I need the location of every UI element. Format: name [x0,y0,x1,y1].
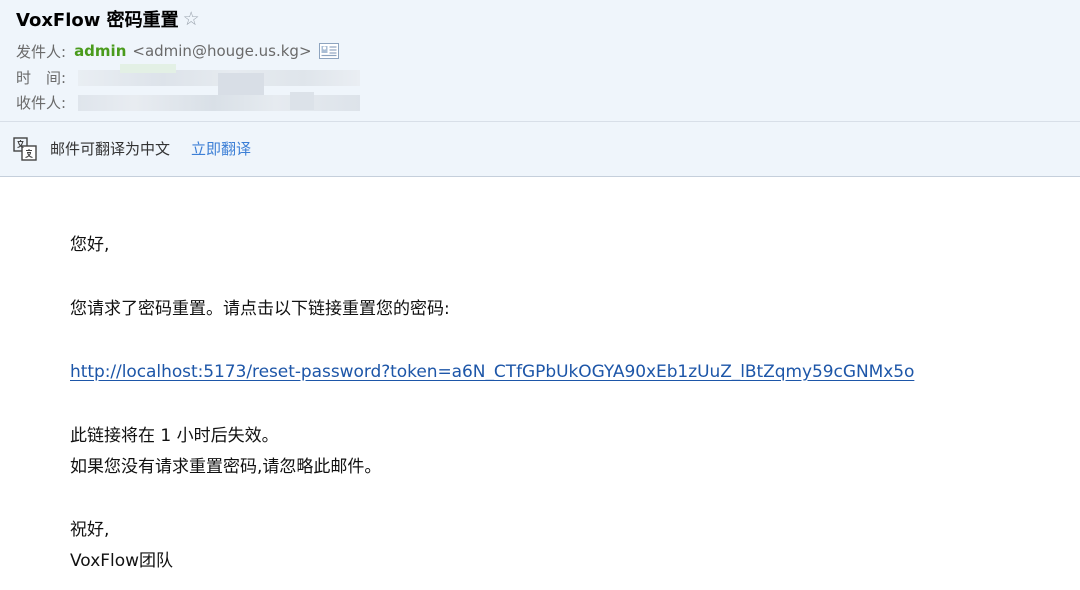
reset-link-line: http://localhost:5173/reset-password?tok… [70,361,914,383]
time-row: 时 间: [16,66,66,88]
email-subject: VoxFlow 密码重置 [16,10,179,31]
redaction-patch [120,64,176,73]
from-label: 发件人: [16,42,67,61]
reset-password-link[interactable]: http://localhost:5173/reset-password?tok… [70,362,914,382]
sender-name[interactable]: admin [74,42,126,60]
translate-bar: 邮件可翻译为中文 立即翻译 [0,122,1080,176]
closing-text: 祝好, [70,520,110,540]
contact-card-icon[interactable] [318,43,339,59]
email-header: VoxFlow 密码重置 ☆ 发件人: admin <admin@houge.u… [0,0,1080,121]
to-label: 收件人: [16,93,67,112]
redaction-patch [290,92,314,110]
redacted-recipient-value [78,95,360,111]
from-row: 发件人: admin <admin@houge.us.kg> [16,40,339,62]
translate-now-link[interactable]: 立即翻译 [191,138,251,160]
ignore-note-text: 如果您没有请求重置密码,请忽略此邮件。 [70,457,382,477]
signature-text: VoxFlow团队 [70,551,174,571]
star-outline-icon[interactable]: ☆ [183,9,200,29]
time-label: 时 间: [16,68,67,87]
translate-message: 邮件可翻译为中文 [50,140,171,158]
redaction-patch [218,73,264,95]
translate-bar-divider [0,176,1080,177]
intro-text: 您请求了密码重置。请点击以下链接重置您的密码: [70,299,450,319]
sender-address: <admin@houge.us.kg> [132,42,312,60]
greeting-text: 您好, [70,235,110,255]
subject-row: VoxFlow 密码重置 ☆ [16,6,200,32]
expiry-text: 此链接将在 1 小时后失效。 [70,426,279,446]
to-row: 收件人: [16,91,66,113]
translate-icon [13,137,37,161]
